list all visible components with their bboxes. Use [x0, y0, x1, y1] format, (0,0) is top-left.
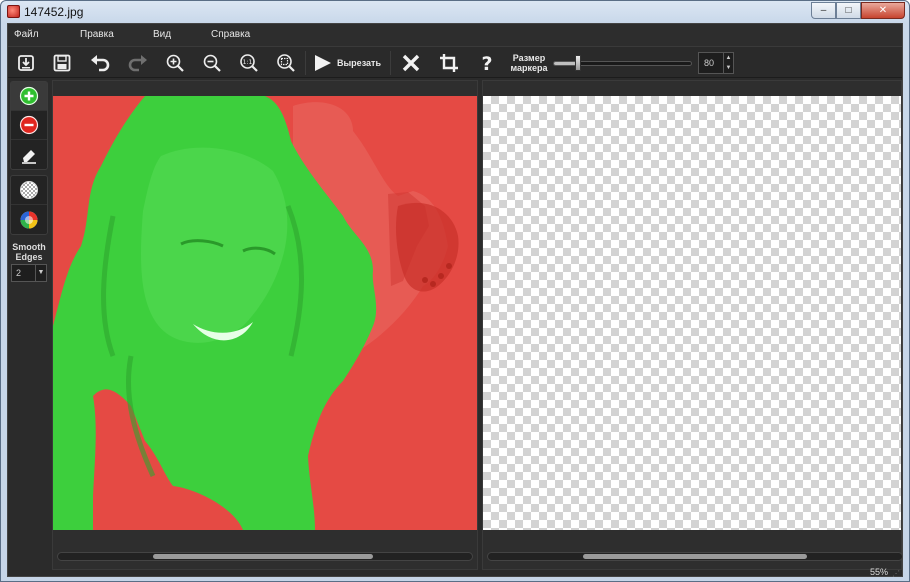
zoom-in-button[interactable]: [161, 50, 189, 76]
open-icon: [18, 55, 34, 71]
open-button[interactable]: [12, 50, 40, 76]
zoom-fit-button[interactable]: [272, 50, 300, 76]
color-wheel-icon: [20, 211, 38, 228]
chevron-down-icon: ▼: [35, 265, 46, 281]
marked-photo: [53, 96, 477, 530]
title-bar: 147452.jpg – □ ✕: [1, 1, 909, 23]
marker-size-value: 80: [704, 58, 715, 68]
save-icon: [53, 54, 71, 72]
spin-down-icon[interactable]: ▼: [724, 63, 733, 73]
zoom-out-button[interactable]: [198, 50, 226, 76]
background-tools: [10, 175, 48, 235]
menu-file[interactable]: Файл: [14, 29, 39, 40]
undo-button[interactable]: [86, 50, 114, 76]
app-client: Файл Правка Вид Справка 1:1 Вырезать ? Р…: [7, 23, 903, 578]
checker-icon: [20, 181, 38, 199]
remove-marker-button[interactable]: [11, 111, 47, 140]
slider-thumb[interactable]: [575, 55, 581, 71]
window-title: 147452.jpg: [24, 5, 84, 19]
result-hscroll[interactable]: [487, 552, 903, 561]
close-icon: [402, 54, 420, 72]
transparent-bg-button[interactable]: [11, 176, 47, 205]
redo-icon: [128, 55, 147, 72]
zoom-level: 55%: [869, 567, 888, 577]
resize-grip-icon[interactable]: ⋰: [892, 570, 900, 578]
menu-view[interactable]: Вид: [153, 29, 171, 40]
eraser-button[interactable]: [11, 140, 47, 169]
menu-help[interactable]: Справка: [211, 29, 250, 40]
clear-button[interactable]: [397, 50, 425, 76]
crop-icon: [440, 54, 458, 72]
app-icon: [7, 5, 20, 18]
source-hscroll[interactable]: [57, 552, 473, 561]
zoom-out-icon: [203, 54, 221, 72]
close-button[interactable]: ✕: [861, 2, 905, 19]
zoom-actual-button[interactable]: 1:1: [235, 50, 263, 76]
redo-button[interactable]: [124, 50, 152, 76]
undo-icon: [91, 55, 110, 72]
result-canvas[interactable]: [483, 96, 901, 530]
crop-button[interactable]: [435, 50, 463, 76]
save-button[interactable]: [48, 50, 76, 76]
smooth-edges-label: Smooth Edges: [12, 242, 46, 262]
menu-edit[interactable]: Правка: [80, 29, 114, 40]
help-button[interactable]: ?: [473, 50, 501, 76]
toolbar: 1:1 Вырезать ? Размер маркера 80 ▲ ▼: [8, 46, 902, 78]
slider-fill: [554, 62, 576, 65]
svg-text:1:1: 1:1: [243, 59, 253, 66]
minus-circle-icon: [19, 115, 39, 135]
marker-size-label: Размер маркера: [510, 53, 548, 73]
toolbar-separator: [390, 51, 391, 75]
toolbar-separator: [305, 51, 306, 75]
play-icon: [315, 55, 331, 71]
eraser-icon: [22, 149, 36, 164]
svg-text:?: ?: [481, 53, 492, 73]
minimize-button[interactable]: –: [811, 2, 836, 19]
source-canvas[interactable]: [53, 96, 477, 530]
zoom-in-icon: [166, 54, 184, 72]
marker-tools: [10, 81, 48, 170]
cut-button[interactable]: Вырезать: [311, 50, 386, 76]
smooth-edges-value: 2: [16, 268, 22, 278]
zoom-fit-icon: [277, 54, 295, 72]
plus-circle-icon: [19, 86, 39, 106]
question-icon: ?: [481, 53, 492, 73]
marker-size-slider[interactable]: [553, 61, 692, 66]
zoom-actual-icon: 1:1: [240, 54, 258, 72]
result-pane: [482, 80, 903, 570]
app-window: 147452.jpg – □ ✕ Файл Правка Вид Справка: [0, 0, 910, 582]
source-pane: [52, 80, 478, 570]
menu-bar: Файл Правка Вид Справка: [8, 24, 902, 46]
scroll-thumb[interactable]: [583, 554, 807, 559]
scroll-thumb[interactable]: [153, 554, 373, 559]
spin-up-icon[interactable]: ▲: [724, 53, 733, 63]
cut-label: Вырезать: [337, 58, 381, 68]
maximize-button[interactable]: □: [836, 2, 861, 19]
keep-marker-button[interactable]: [11, 82, 47, 111]
color-bg-button[interactable]: [11, 205, 47, 234]
tool-sidebar: Smooth Edges 2 ▼: [8, 80, 50, 572]
smooth-edges-select[interactable]: 2 ▼: [11, 264, 47, 282]
marker-size-spinbox[interactable]: 80 ▲ ▼: [698, 52, 734, 74]
